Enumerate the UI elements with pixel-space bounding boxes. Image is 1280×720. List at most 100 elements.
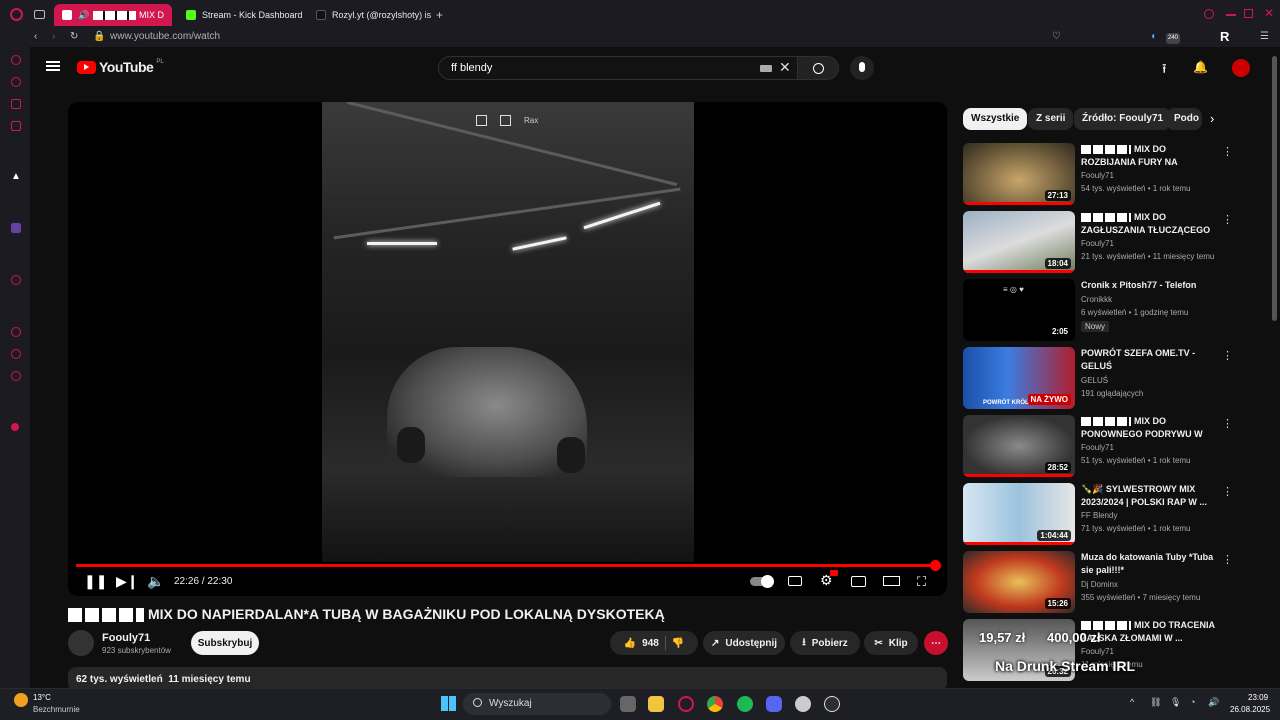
account-avatar[interactable]	[1232, 59, 1250, 77]
more-options-icon[interactable]: ⋮	[1222, 349, 1233, 362]
more-options-icon[interactable]: ⋮	[1222, 213, 1233, 226]
player-icon[interactable]	[11, 275, 21, 285]
pause-button[interactable]: ❚❚	[84, 573, 107, 590]
history-icon[interactable]	[11, 327, 21, 337]
search-button[interactable]	[797, 56, 839, 80]
upload-icon[interactable]: ⭱	[1162, 60, 1167, 82]
chip-similar[interactable]: Podo	[1166, 108, 1202, 130]
aria-icon[interactable]: ▲	[11, 171, 21, 182]
guide-menu-icon[interactable]	[46, 61, 60, 71]
tray-chevron-icon[interactable]: ^	[1130, 697, 1134, 707]
chip-all[interactable]: Wszystkie	[963, 108, 1028, 130]
task-view-icon[interactable]	[620, 696, 636, 712]
more-options-icon[interactable]: ⋮	[1222, 553, 1233, 566]
recommendation-item[interactable]: 15:26 Muza do katowania Tuby *Tuba sie p…	[963, 551, 1233, 615]
clip-button[interactable]: ✂ Klip	[864, 631, 918, 655]
close-window-button[interactable]: ✕	[1264, 6, 1274, 20]
forward-icon[interactable]: ›	[52, 31, 55, 42]
volume-icon[interactable]: 🔈	[147, 573, 164, 590]
app-icon[interactable]	[795, 696, 811, 712]
extensions-icon[interactable]: ◖	[1150, 31, 1156, 42]
page-scrollbar[interactable]	[1272, 56, 1277, 321]
search-input[interactable]: ff blendy	[438, 56, 798, 80]
tab-youtube[interactable]: 🔊 MIX D	[54, 4, 172, 26]
sidebar-icon[interactable]	[11, 121, 21, 131]
taskbar-search[interactable]: Wyszukaj	[463, 693, 611, 715]
opera-logo-icon[interactable]	[10, 8, 23, 21]
r-extension-icon[interactable]: R	[1220, 29, 1229, 44]
recommendation-item[interactable]: NA ŻYWO POWRÓT KRÓL POWRÓT SZEFA OME.TV …	[963, 347, 1233, 411]
like-button[interactable]: 👍 948	[624, 638, 659, 649]
theater-mode-icon[interactable]	[883, 576, 900, 586]
recommendation-item[interactable]: 28:52 MIX DO PONOWNEGO PODRYWU W E... Fo…	[963, 415, 1233, 479]
chip-series[interactable]: Z serii	[1028, 108, 1074, 130]
notifications-icon[interactable]: 🔔	[1193, 60, 1208, 74]
tab-overview-icon[interactable]	[34, 10, 45, 19]
wifi-icon[interactable]: ◔	[1190, 697, 1195, 707]
channel-name[interactable]: Foouly71	[102, 632, 150, 644]
speaker-tray-icon[interactable]: 🔊	[1208, 697, 1219, 708]
obs-icon[interactable]	[824, 696, 840, 712]
rec-channel[interactable]: Cronikkk	[1081, 295, 1112, 304]
network-icon[interactable]: ⛓	[1150, 697, 1161, 708]
fullscreen-icon[interactable]: ⛶	[917, 574, 926, 590]
chevron-right-icon[interactable]: ›	[1210, 111, 1214, 126]
rec-channel[interactable]: Dj Dominx	[1081, 580, 1118, 589]
sidebar-icon[interactable]	[11, 77, 21, 87]
subtitles-icon[interactable]	[788, 576, 802, 586]
more-options-icon[interactable]: ⋮	[1222, 417, 1233, 430]
chrome-icon[interactable]	[707, 696, 723, 712]
maximize-button[interactable]	[1244, 9, 1253, 18]
extensions-sidebar-icon[interactable]	[11, 349, 21, 359]
sidebar-dot-icon[interactable]	[11, 423, 19, 431]
miniplayer-overlay-icon[interactable]	[476, 115, 487, 126]
tab-kick-dashboard[interactable]: Stream - Kick Dashboard	[178, 4, 308, 26]
channel-avatar[interactable]	[68, 630, 94, 656]
more-actions-button[interactable]: ⋯	[924, 631, 948, 655]
recommendation-item[interactable]: ≡ ◎ ♥ 2:05 Cronik x Pitosh77 - Telefon Cr…	[963, 279, 1233, 343]
settings-icon[interactable]	[11, 371, 21, 381]
clock-time[interactable]: 23:09	[1248, 693, 1268, 702]
mic-tray-icon[interactable]: 🎙	[1170, 697, 1181, 708]
back-icon[interactable]: ‹	[34, 31, 37, 42]
share-button[interactable]: ↗ Udostępnij	[703, 631, 785, 655]
file-explorer-icon[interactable]	[648, 696, 664, 712]
video-player[interactable]: Rax ❚❚ ▶❙ 🔈 22:26 / 22:30 ⚙ ⛶	[68, 102, 947, 596]
miniplayer-icon[interactable]	[851, 576, 866, 587]
rec-channel[interactable]: Foouly71	[1081, 443, 1114, 452]
url-field[interactable]: www.youtube.com/watch	[110, 31, 220, 42]
windows-start-icon[interactable]	[441, 696, 456, 711]
keyboard-icon[interactable]	[760, 65, 772, 72]
subscribe-button[interactable]: Subskrybuj	[191, 631, 259, 655]
discord-icon[interactable]	[766, 696, 782, 712]
rec-channel[interactable]: Foouly71	[1081, 171, 1114, 180]
extension-badge-icon[interactable]: 240	[1166, 33, 1180, 44]
weather-icon[interactable]	[14, 693, 28, 707]
rec-channel[interactable]: Foouly71	[1081, 239, 1114, 248]
weather-temp[interactable]: 13°C	[33, 693, 51, 702]
reload-icon[interactable]: ↻	[70, 31, 78, 42]
more-options-icon[interactable]: ⋮	[1222, 145, 1233, 158]
recommendation-item[interactable]: 1:04:44 🍾🎉 SYLWESTROWY MIX 2023/2024 | P…	[963, 483, 1233, 547]
spotify-icon[interactable]	[737, 696, 753, 712]
youtube-logo[interactable]: YouTube PL	[77, 59, 164, 75]
dislike-button[interactable]: 👎	[672, 638, 684, 649]
clock-date[interactable]: 26.08.2025	[1230, 705, 1270, 714]
rec-channel[interactable]: FF Blendy	[1081, 511, 1117, 520]
sidebar-icon[interactable]	[11, 55, 21, 65]
recommendation-item[interactable]: 27:13 MIX DO ROZBIJANIA FURY NA RONDZ...…	[963, 143, 1233, 207]
progress-bar[interactable]	[76, 560, 942, 571]
search-tabs-icon[interactable]	[1204, 9, 1214, 19]
tab-tiktok[interactable]: Rozyl.yt (@rozylshoty) is	[308, 4, 432, 26]
new-tab-button[interactable]: +	[436, 8, 443, 22]
autoplay-toggle[interactable]	[750, 575, 774, 588]
menu-icon[interactable]: ☰	[1260, 31, 1269, 42]
opera-icon[interactable]	[678, 696, 694, 712]
scrubber-handle[interactable]	[930, 560, 942, 571]
voice-search-button[interactable]	[850, 56, 874, 80]
download-button[interactable]: ⭳ Pobierz	[790, 631, 860, 655]
minimize-button[interactable]	[1226, 14, 1236, 16]
clear-search-icon[interactable]: ✕	[779, 59, 791, 76]
pip-overlay-icon[interactable]	[500, 115, 511, 126]
bookmark-icon[interactable]: ♡	[1052, 31, 1061, 42]
